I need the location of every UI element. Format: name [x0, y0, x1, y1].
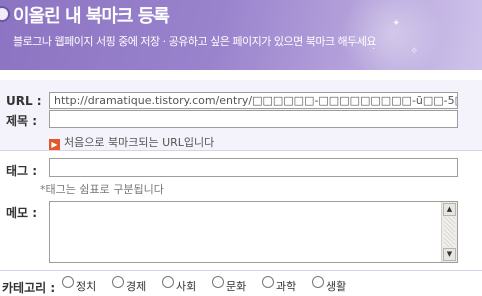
page-title: 이올린 내 북마크 등록: [13, 6, 170, 27]
category-option-culture[interactable]: 문화: [212, 276, 246, 294]
category-option-economy[interactable]: 경제: [112, 276, 146, 294]
category-option-label: 생활: [326, 280, 347, 293]
category-row: 카테고리 : 정치 경제 사회 문화 과학 생활: [0, 276, 482, 296]
form-mid-divider: [0, 150, 482, 151]
url-field[interactable]: http://dramatique.tistory.com/entry/□□□□…: [49, 92, 458, 109]
sparkle-icon: ✧: [410, 46, 419, 57]
radio-icon[interactable]: [112, 276, 124, 288]
sparkle-icon: ✦: [392, 18, 401, 29]
scroll-track[interactable]: [444, 217, 455, 247]
form-bottom-divider: [0, 270, 482, 271]
title-field[interactable]: [49, 110, 458, 128]
memo-scrollbar[interactable]: ▲ ▼: [441, 202, 457, 262]
category-option-label: 경제: [126, 280, 147, 293]
category-option-label: 사회: [176, 280, 197, 293]
tag-label: 태그 :: [6, 164, 38, 178]
page-subtitle: 블로그나 웹페이지 서핑 중에 저장 · 공유하고 싶은 페이지가 있으면 북마…: [13, 35, 377, 48]
category-option-label: 문화: [226, 280, 247, 293]
memo-label: 메모 :: [6, 206, 38, 220]
radio-icon[interactable]: [212, 276, 224, 288]
category-option-politics[interactable]: 정치: [62, 276, 96, 294]
title-label: 제목 :: [6, 114, 38, 128]
memo-textarea[interactable]: ▲ ▼: [49, 201, 458, 263]
url-label: URL :: [6, 94, 42, 108]
scroll-up-icon[interactable]: ▲: [443, 203, 456, 216]
category-option-life[interactable]: 생활: [312, 276, 346, 294]
category-option-science[interactable]: 과학: [262, 276, 296, 294]
category-option-label: 정치: [76, 280, 97, 293]
header-bullet-icon: [0, 6, 10, 22]
notice-text: 처음으로 북마크되는 URL입니다: [64, 136, 215, 149]
tag-field[interactable]: [49, 158, 458, 177]
category-option-label: 과학: [276, 280, 297, 293]
radio-icon[interactable]: [262, 276, 274, 288]
first-bookmark-notice: ▶ 처음으로 북마크되는 URL입니다: [49, 134, 214, 150]
tag-hint: *태그는 쉼표로 구분됩니다: [40, 183, 164, 196]
radio-icon[interactable]: [162, 276, 174, 288]
arrow-right-icon: ▶: [49, 139, 60, 150]
radio-icon[interactable]: [62, 276, 74, 288]
scroll-down-icon[interactable]: ▼: [443, 248, 456, 261]
page-header: ✦ ✧ · 이올린 내 북마크 등록 블로그나 웹페이지 서핑 중에 저장 · …: [0, 0, 482, 70]
category-label: 카테고리 :: [2, 281, 56, 295]
radio-icon[interactable]: [312, 276, 324, 288]
category-option-society[interactable]: 사회: [162, 276, 196, 294]
